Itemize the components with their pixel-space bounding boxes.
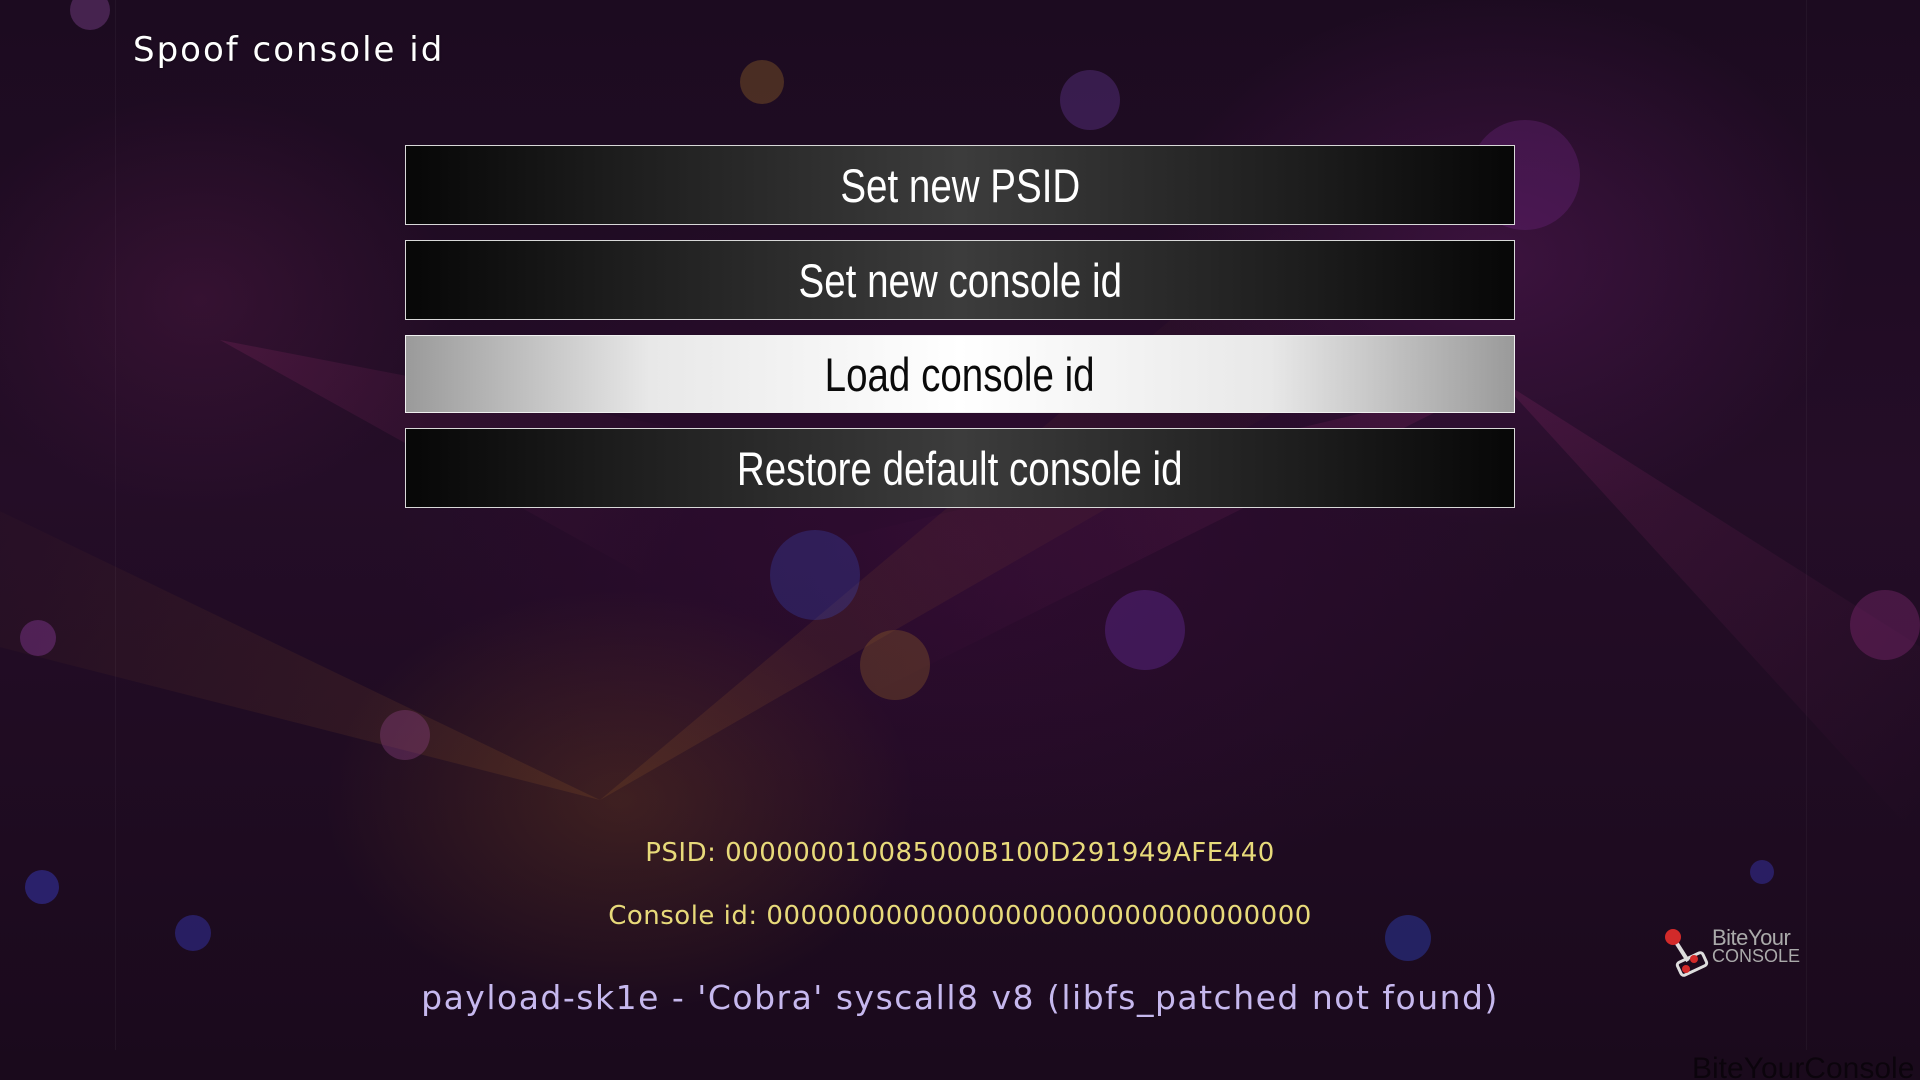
bokeh-light [20,620,56,656]
menu-item-label: Set new console id [798,253,1122,307]
page-title: Spoof console id [133,30,445,70]
bokeh-light [1850,590,1920,660]
bokeh-light [740,60,784,104]
bokeh-light [380,710,430,760]
load-console-id-button[interactable]: Load console id [405,335,1515,413]
xmb-screen: Spoof console id Set new PSID Set new co… [0,0,1920,1080]
biteyourconsole-logo: BiteYour CONSOLE [1660,925,1810,977]
menu-list: Set new PSID Set new console id Load con… [405,145,1515,523]
bokeh-light [1060,70,1120,130]
menu-item-label: Load console id [824,347,1095,401]
logo-line-1: BiteYour [1712,925,1791,950]
logo-line-2: CONSOLE [1712,946,1801,966]
watermark: BiteYourConsole [1692,1052,1915,1080]
background-ray [1449,319,1920,827]
set-new-console-id-button[interactable]: Set new console id [405,240,1515,320]
bokeh-light [25,870,59,904]
joystick-icon [1665,929,1709,977]
payload-status: payload-sk1e - 'Cobra' syscall8 v8 (libf… [421,978,1499,1017]
set-new-psid-button[interactable]: Set new PSID [405,145,1515,225]
logo-wordmark: BiteYour CONSOLE [1712,925,1801,966]
menu-item-label: Set new PSID [840,158,1080,212]
bokeh-light [860,630,930,700]
restore-default-console-id-button[interactable]: Restore default console id [405,428,1515,508]
menu-item-label: Restore default console id [737,441,1183,495]
bokeh-light [70,0,110,30]
bokeh-light [1105,590,1185,670]
psid-readout: PSID: 000000010085000B100D291949AFE440 [645,838,1275,868]
bokeh-light [770,530,860,620]
console-id-readout: Console id: 0000000000000000000000000000… [608,901,1312,931]
